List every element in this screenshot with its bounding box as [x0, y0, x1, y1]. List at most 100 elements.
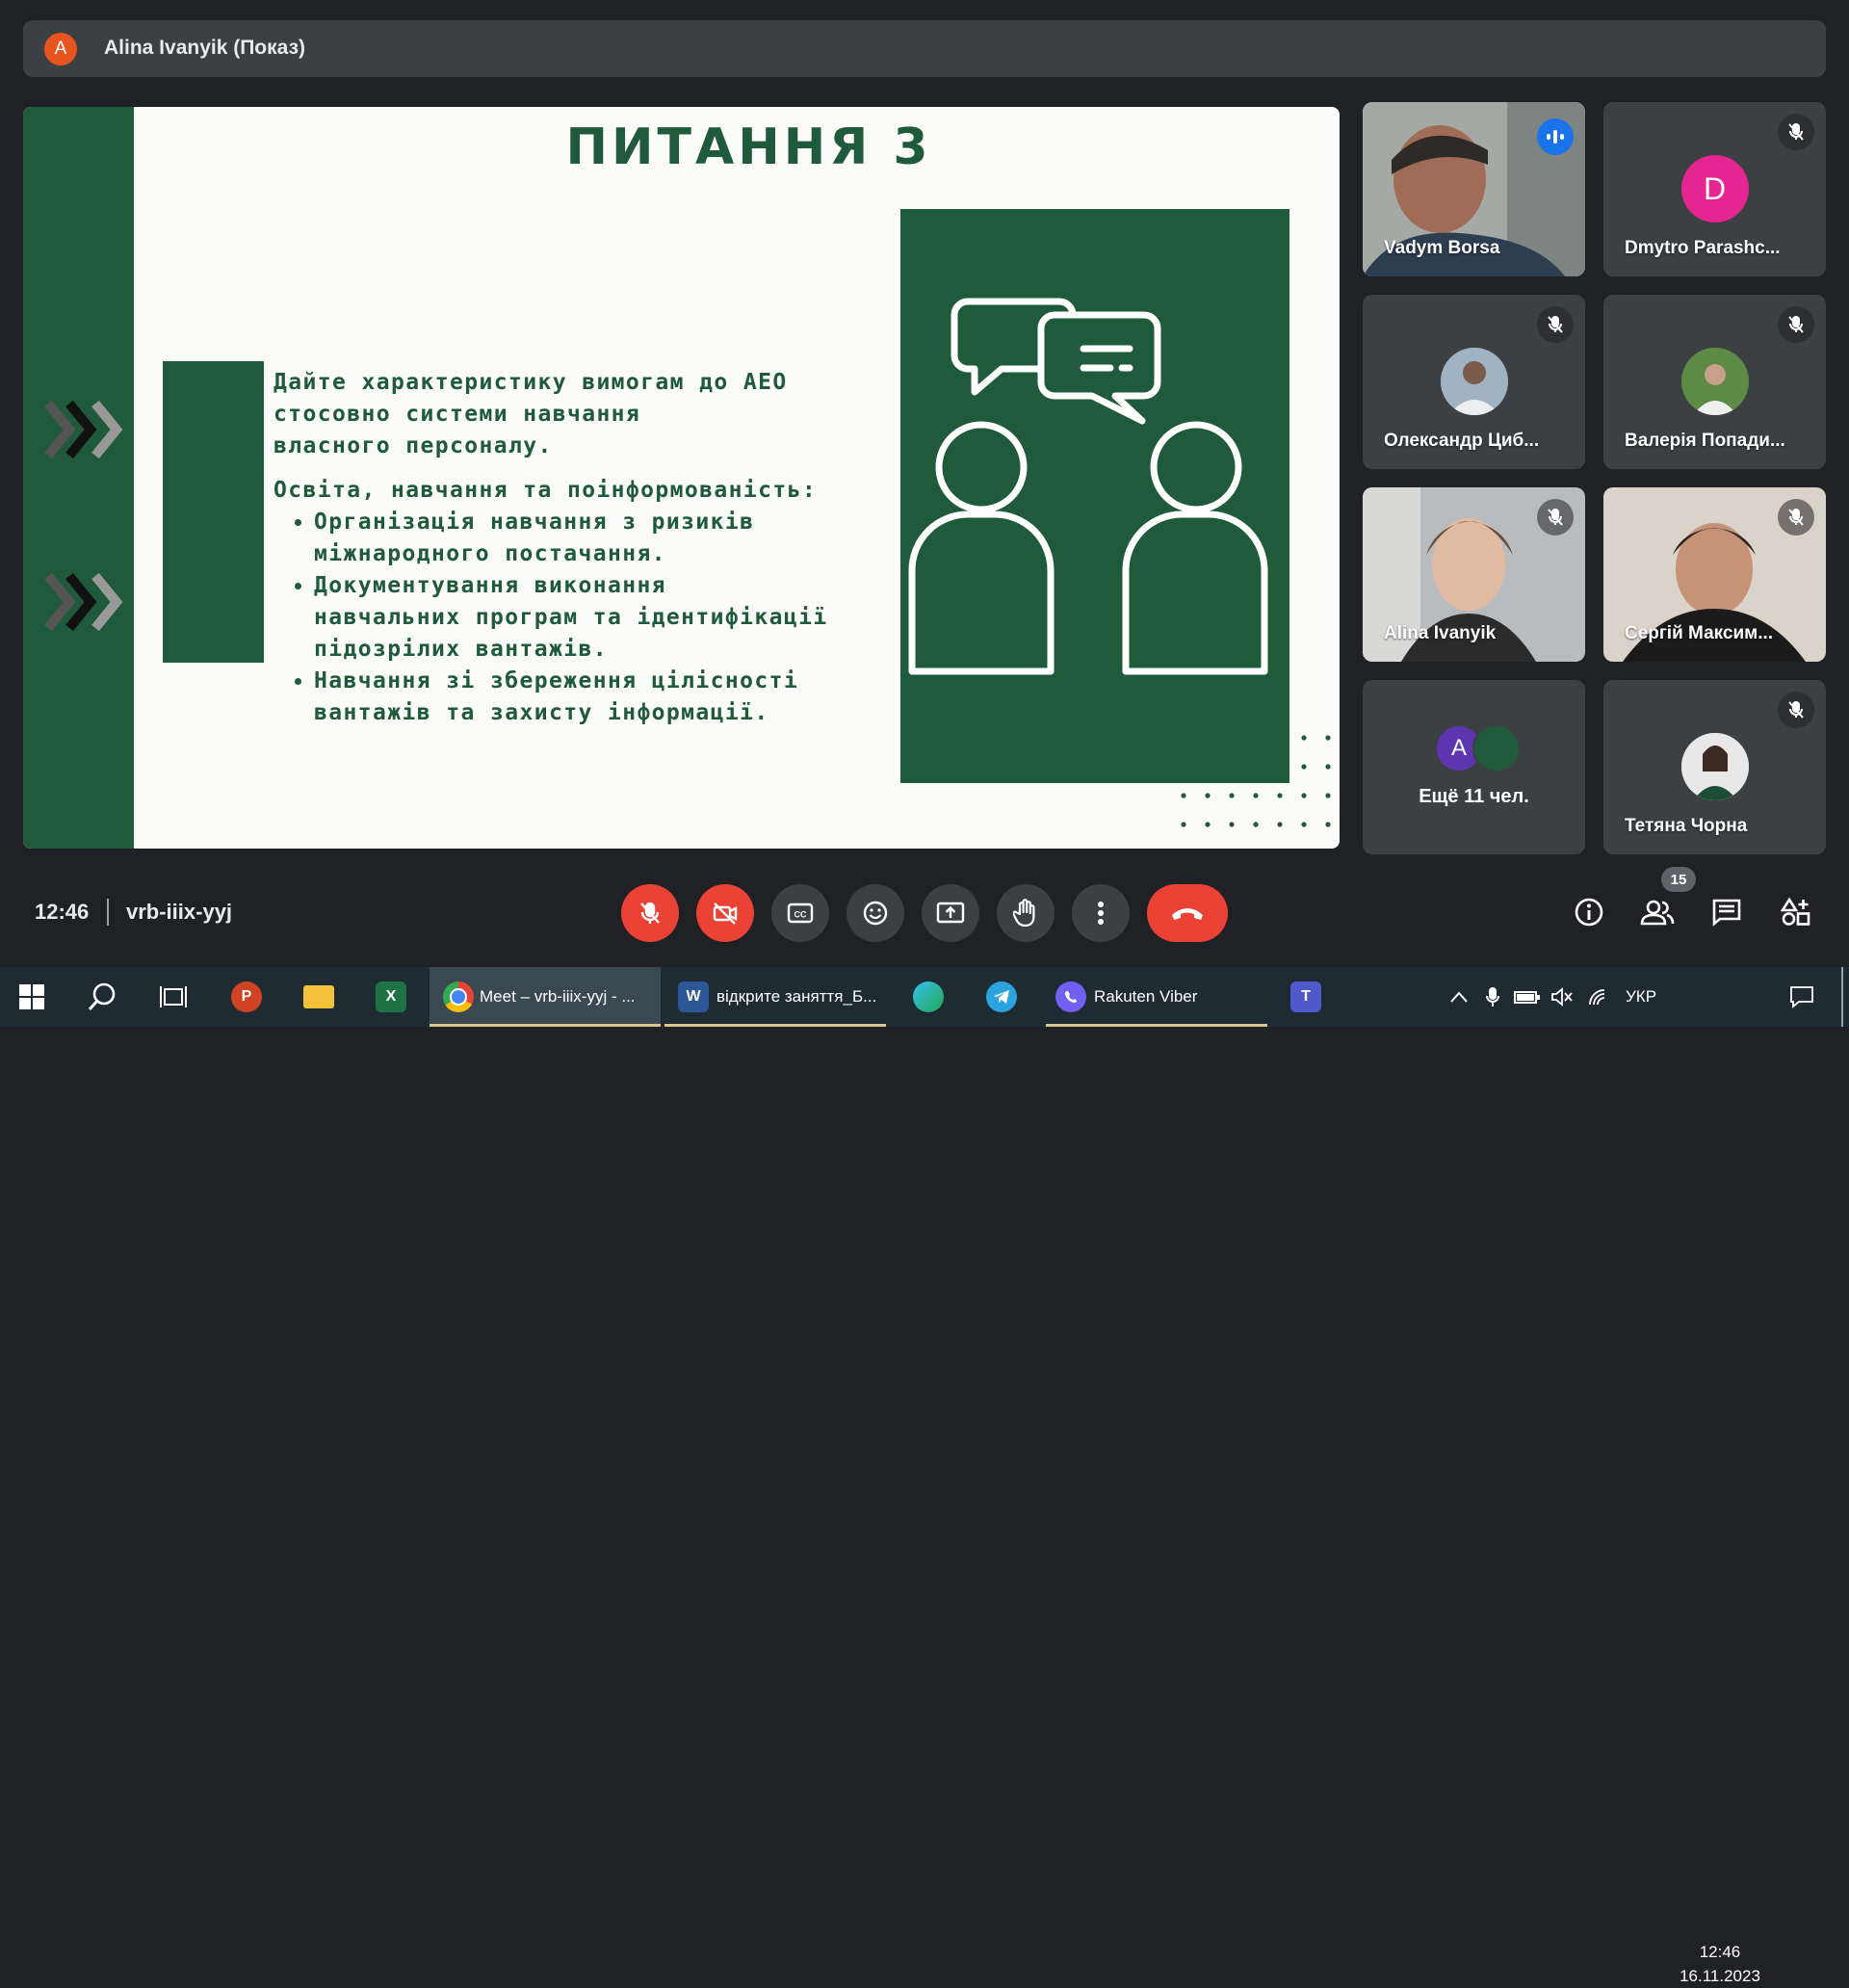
- participant-photo: [1680, 348, 1749, 415]
- participant-tile-serhii[interactable]: Сергій Максим...: [1603, 487, 1826, 662]
- wifi-icon: [1589, 989, 1605, 1006]
- slide-left-strip: [23, 107, 134, 849]
- leave-call-button[interactable]: [1147, 884, 1228, 942]
- chrome-icon: [443, 981, 474, 1012]
- more-options-button[interactable]: [1072, 884, 1130, 942]
- slide-subheading: Освіта, навчання та поінформованість:: [273, 478, 818, 503]
- participant-tile-valeriia[interactable]: Валерія Попади...: [1603, 295, 1826, 469]
- emoji-icon: [863, 901, 888, 926]
- volume-tray-icon[interactable]: [1550, 967, 1574, 1027]
- start-button[interactable]: [19, 967, 44, 1027]
- taskbar-app-powerpoint[interactable]: P: [231, 967, 262, 1027]
- participant-photo: [1440, 348, 1508, 415]
- notifications-button[interactable]: [1789, 967, 1814, 1027]
- participant-tile-oleksandr[interactable]: Олександр Циб...: [1363, 295, 1585, 469]
- mic-muted-icon: [1778, 692, 1814, 728]
- participant-name: Vadym Borsa: [1384, 238, 1500, 258]
- participant-tile-tetiana[interactable]: Тетяна Чорна: [1603, 680, 1826, 854]
- decorative-dots: [1181, 735, 1331, 827]
- word-icon: W: [678, 981, 709, 1012]
- activities-button[interactable]: [1777, 893, 1815, 931]
- search-button[interactable]: [87, 967, 117, 1027]
- slide-body: Дайте характеристику вимогам до АЕО стос…: [273, 367, 890, 729]
- taskbar-tab-viber[interactable]: Rakuten Viber: [1046, 967, 1267, 1027]
- microphone-icon: [1486, 987, 1499, 1007]
- participant-name: Сергій Максим...: [1625, 623, 1774, 643]
- taskbar-app-teams[interactable]: T: [1290, 967, 1321, 1027]
- captions-button[interactable]: CC: [771, 884, 829, 942]
- participant-photo: [1472, 724, 1521, 772]
- more-participants-label: Ещё 11 чел.: [1419, 786, 1529, 807]
- excel-icon: X: [376, 981, 406, 1012]
- microphone-tray-icon[interactable]: [1485, 967, 1500, 1027]
- folder-icon: [303, 985, 334, 1008]
- participant-tile-vadym[interactable]: Vadym Borsa: [1363, 102, 1585, 276]
- camera-toggle-button[interactable]: [696, 884, 754, 942]
- chevrons-icon: [44, 572, 123, 632]
- present-button[interactable]: [922, 884, 979, 942]
- participant-name: Олександр Циб...: [1384, 431, 1540, 451]
- battery-icon: [1514, 991, 1540, 1004]
- presenter-avatar: A: [44, 33, 77, 65]
- participant-name: Alina Ivanyik: [1384, 623, 1497, 643]
- windows-logo-icon: [19, 984, 44, 1009]
- info-icon: [1575, 898, 1603, 927]
- chevrons-icon: [44, 400, 123, 459]
- participant-avatar: D: [1680, 155, 1749, 222]
- taskbar-app-telegram[interactable]: [986, 967, 1017, 1027]
- show-desktop-divider[interactable]: [1841, 967, 1843, 1027]
- camera-off-icon: [713, 902, 738, 925]
- task-view-button[interactable]: [159, 967, 188, 1027]
- notification-icon: [1790, 986, 1813, 1008]
- slide-bullets: Організація навчання з ризиківміжнародно…: [273, 507, 890, 729]
- clock-time: 12:46: [1699, 1943, 1741, 1961]
- captions-icon: CC: [787, 902, 814, 924]
- slide-bullet: Навчання зі збереження цілісностівантажі…: [314, 666, 890, 729]
- powerpoint-icon: P: [231, 981, 262, 1012]
- people-button[interactable]: [1638, 893, 1677, 931]
- meeting-time: 12:46: [35, 900, 90, 924]
- mic-muted-icon: [1778, 306, 1814, 343]
- participant-tile-more[interactable]: A Ещё 11 чел.: [1363, 680, 1585, 854]
- show-hidden-icons-button[interactable]: [1449, 967, 1469, 1027]
- battery-tray-icon[interactable]: [1514, 967, 1541, 1027]
- taskbar-app-edge[interactable]: [913, 967, 944, 1027]
- presenter-bar: A Alina Ivanyik (Показ): [23, 20, 1826, 77]
- more-options-icon: [1098, 902, 1104, 925]
- network-tray-icon[interactable]: [1587, 967, 1610, 1027]
- clock-date: 16.11.2023: [1680, 1967, 1760, 1985]
- taskbar-tab-word[interactable]: W відкрите заняття_Б...: [664, 967, 886, 1027]
- meeting-details-button[interactable]: [1570, 893, 1608, 931]
- slide-green-block: [163, 361, 264, 663]
- participant-name: Тетяна Чорна: [1625, 816, 1748, 836]
- participant-tile-dmytro[interactable]: D Dmytro Parashc...: [1603, 102, 1826, 276]
- taskbar-app-excel[interactable]: X: [376, 967, 406, 1027]
- people-icon: [1640, 900, 1675, 926]
- divider: [107, 899, 109, 926]
- slide-intro-line: Дайте характеристику вимогам до АЕО: [273, 370, 788, 395]
- raise-hand-icon: [1013, 899, 1035, 928]
- present-screen-icon: [936, 902, 965, 924]
- chat-button[interactable]: [1707, 893, 1746, 931]
- taskbar-app-explorer[interactable]: [303, 967, 334, 1027]
- mic-muted-icon: [1778, 114, 1814, 150]
- slide-intro: Дайте характеристику вимогам до АЕО стос…: [273, 367, 890, 462]
- participant-count-badge: 15: [1661, 867, 1696, 892]
- raise-hand-button[interactable]: [997, 884, 1055, 942]
- input-language[interactable]: УКР: [1626, 967, 1656, 1027]
- taskbar-tab-chrome-meet[interactable]: Meet – vrb-iiix-yyj - ...: [430, 967, 661, 1027]
- participant-name: Dmytro Parashc...: [1625, 238, 1781, 258]
- mic-toggle-button[interactable]: [621, 884, 679, 942]
- chat-icon: [1712, 899, 1741, 927]
- meeting-code: vrb-iiix-yyj: [126, 900, 233, 924]
- slide-title: ПИТАННЯ 3: [565, 118, 932, 176]
- svg-text:CC: CC: [794, 910, 807, 920]
- emoji-button[interactable]: [846, 884, 904, 942]
- taskbar-clock[interactable]: 12:46 16.11.2023: [1672, 1940, 1768, 1988]
- shared-slide: ПИТАННЯ 3 Дайте характеристику вимогам д…: [23, 107, 1340, 849]
- mic-off-icon: [640, 902, 660, 924]
- presenter-title: Alina Ivanyik (Показ): [104, 37, 306, 59]
- volume-muted-icon: [1551, 987, 1573, 1007]
- participant-tile-alina[interactable]: Alina Ivanyik: [1363, 487, 1585, 662]
- viber-icon: [1055, 981, 1086, 1012]
